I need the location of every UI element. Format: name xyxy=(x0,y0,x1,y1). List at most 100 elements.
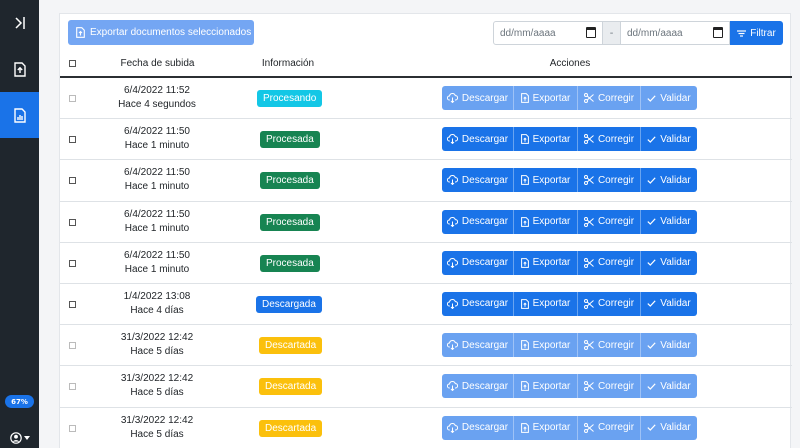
cloud-download-icon xyxy=(446,93,458,103)
status-badge: Descartada xyxy=(259,378,323,396)
upload-relative-time: Hace 5 días xyxy=(130,387,184,399)
validate-button[interactable]: Validar xyxy=(641,374,697,399)
file-export-icon xyxy=(520,257,529,268)
export-button[interactable]: Exportar xyxy=(514,333,578,358)
check-icon xyxy=(647,424,656,431)
validate-button[interactable]: Validar xyxy=(641,415,697,440)
select-all-checkbox[interactable] xyxy=(69,60,76,67)
date-to-input[interactable]: dd/mm/aaaa xyxy=(620,21,730,45)
scissors-icon xyxy=(583,340,594,351)
cloud-download-icon xyxy=(446,381,458,392)
sidebar-toggle-button[interactable] xyxy=(0,0,39,46)
correct-button[interactable]: Corregir xyxy=(578,86,641,110)
table-body: 6/4/2022 11:52 Hace 4 segundos Procesand… xyxy=(60,78,792,448)
row-actions: Descargar Exportar Corregir Validar xyxy=(442,415,697,440)
correct-label: Corregir xyxy=(597,92,635,104)
calendar-icon[interactable] xyxy=(586,27,596,38)
status-badge: Descargada xyxy=(256,295,322,313)
file-export-icon xyxy=(520,93,529,103)
export-selected-label: Exportar documentos seleccionados xyxy=(90,27,252,38)
calendar-icon[interactable] xyxy=(713,27,723,38)
export-button[interactable]: Exportar xyxy=(514,250,578,275)
correct-button[interactable]: Corregir xyxy=(578,291,641,316)
user-menu-button[interactable] xyxy=(0,428,39,448)
file-export-icon xyxy=(520,422,529,433)
cloud-download-icon xyxy=(446,422,458,433)
download-button[interactable]: Descargar xyxy=(442,209,514,234)
download-button[interactable]: Descargar xyxy=(442,291,514,316)
upload-relative-time: Hace 4 días xyxy=(130,304,184,316)
upload-datetime: 31/3/2022 12:42 xyxy=(120,414,194,426)
export-label: Exportar xyxy=(532,298,571,310)
row-checkbox[interactable] xyxy=(69,95,76,102)
filter-button[interactable]: Filtrar xyxy=(730,21,783,45)
export-label: Exportar xyxy=(532,92,571,104)
download-label: Descargar xyxy=(461,92,509,104)
download-button[interactable]: Descargar xyxy=(442,415,514,440)
correct-button[interactable]: Corregir xyxy=(578,168,641,193)
upload-date-cell: 1/4/2022 13:08 Hace 4 días xyxy=(116,290,198,318)
row-checkbox[interactable] xyxy=(69,136,76,144)
row-checkbox[interactable] xyxy=(69,177,76,185)
download-label: Descargar xyxy=(461,216,509,228)
row-actions: Descargar Exportar Corregir Validar xyxy=(442,168,697,193)
filter-icon xyxy=(737,29,747,37)
validate-button[interactable]: Validar xyxy=(641,250,697,275)
download-button[interactable]: Descargar xyxy=(442,374,514,399)
upload-datetime: 6/4/2022 11:52 xyxy=(124,85,190,96)
validate-button[interactable]: Validar xyxy=(641,291,697,316)
correct-button[interactable]: Corregir xyxy=(578,127,641,152)
validate-button[interactable]: Validar xyxy=(641,127,697,152)
validate-button[interactable]: Validar xyxy=(641,333,697,358)
correct-button[interactable]: Corregir xyxy=(578,209,641,234)
row-checkbox[interactable] xyxy=(69,218,76,226)
table-row: 6/4/2022 11:50 Hace 1 minuto Procesada D… xyxy=(60,160,792,202)
row-actions: Descargar Exportar Corregir Validar xyxy=(442,291,697,316)
validate-label: Validar xyxy=(660,174,691,186)
export-button[interactable]: Exportar xyxy=(514,415,578,440)
sidebar-item-reports[interactable] xyxy=(0,92,39,138)
export-button[interactable]: Exportar xyxy=(514,86,578,110)
row-checkbox[interactable] xyxy=(69,342,76,350)
row-checkbox[interactable] xyxy=(69,424,76,432)
download-button[interactable]: Descargar xyxy=(442,250,514,275)
validate-label: Validar xyxy=(660,216,691,228)
upload-relative-time: Hace 1 minuto xyxy=(124,140,190,152)
export-button[interactable]: Exportar xyxy=(514,374,578,399)
table-row: 31/3/2022 12:42 Hace 5 días Descartada D… xyxy=(60,366,792,408)
export-button[interactable]: Exportar xyxy=(514,168,578,193)
header-info: Información xyxy=(261,58,315,69)
download-button[interactable]: Descargar xyxy=(442,168,514,193)
upload-datetime: 31/3/2022 12:42 xyxy=(120,373,194,385)
export-button[interactable]: Exportar xyxy=(514,127,578,152)
correct-button[interactable]: Corregir xyxy=(578,333,641,358)
export-file-icon xyxy=(76,27,85,38)
validate-button[interactable]: Validar xyxy=(641,168,697,193)
status-badge: Descartada xyxy=(259,337,323,355)
row-checkbox[interactable] xyxy=(69,383,76,391)
export-button[interactable]: Exportar xyxy=(514,209,578,234)
validate-button[interactable]: Validar xyxy=(641,86,697,110)
date-from-input[interactable]: dd/mm/aaaa xyxy=(493,21,603,45)
correct-button[interactable]: Corregir xyxy=(578,374,641,399)
upload-date-cell: 6/4/2022 11:50 Hace 1 minuto xyxy=(116,166,198,194)
validate-button[interactable]: Validar xyxy=(641,209,697,234)
export-button[interactable]: Exportar xyxy=(514,291,578,316)
upload-date-cell: 31/3/2022 12:42 Hace 5 días xyxy=(116,414,198,442)
download-button[interactable]: Descargar xyxy=(442,127,514,152)
check-icon xyxy=(647,218,656,225)
correct-label: Corregir xyxy=(597,174,635,186)
file-export-icon xyxy=(520,299,529,309)
cloud-download-icon xyxy=(446,134,458,145)
correct-button[interactable]: Corregir xyxy=(578,415,641,440)
row-actions: Descargar Exportar Corregir Validar xyxy=(442,127,697,152)
row-checkbox[interactable] xyxy=(69,259,76,267)
correct-button[interactable]: Corregir xyxy=(578,250,641,275)
status-badge: Procesada xyxy=(260,213,320,231)
upload-date-cell: 31/3/2022 12:42 Hace 5 días xyxy=(116,372,198,400)
sidebar-item-upload[interactable] xyxy=(0,46,39,92)
row-checkbox[interactable] xyxy=(69,300,76,308)
download-button[interactable]: Descargar xyxy=(442,86,514,110)
export-selected-button[interactable]: Exportar documentos seleccionados xyxy=(68,20,254,45)
download-button[interactable]: Descargar xyxy=(442,333,514,358)
